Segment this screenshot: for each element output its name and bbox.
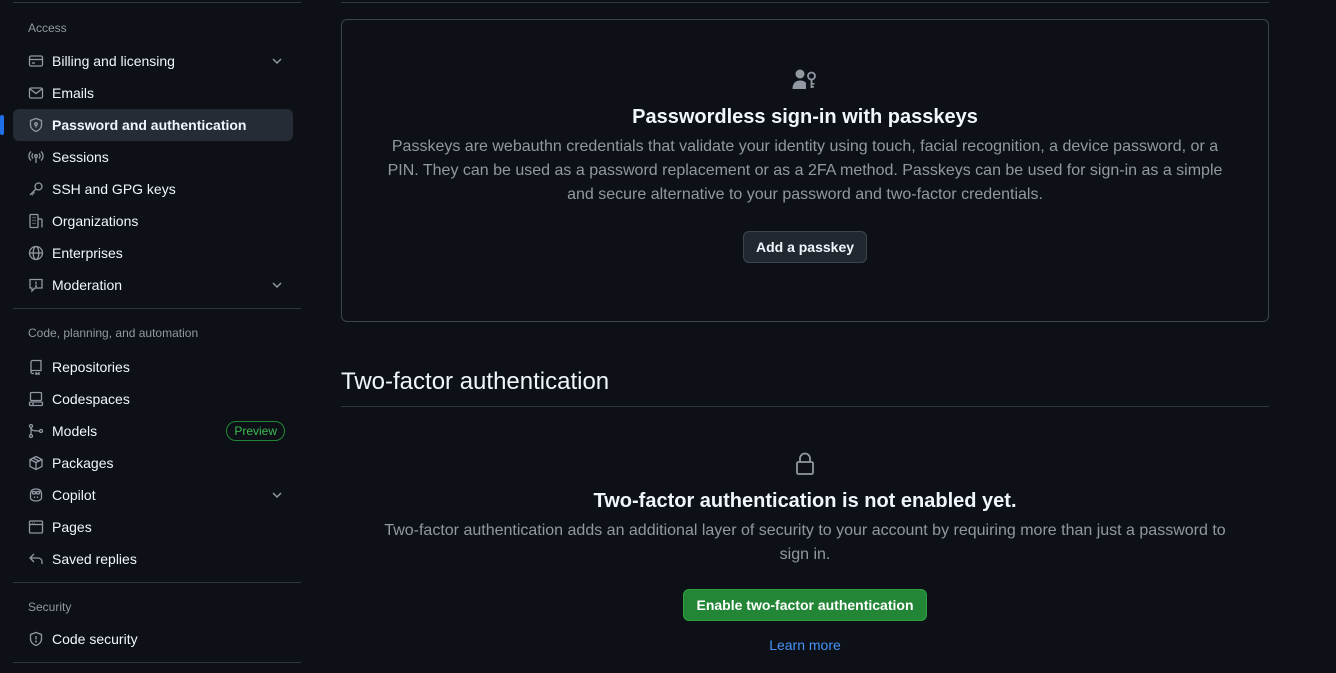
models-icon bbox=[28, 423, 44, 439]
main-content: Passwordless sign-in with passkeys Passk… bbox=[341, 0, 1269, 673]
browser-icon bbox=[28, 519, 44, 535]
two-factor-description: Two-factor authentication adds an additi… bbox=[341, 519, 1269, 567]
sidebar-item-codespaces[interactable]: Codespaces bbox=[13, 383, 293, 415]
mail-icon bbox=[28, 85, 44, 101]
passkeys-title: Passwordless sign-in with passkeys bbox=[632, 106, 978, 128]
key-icon bbox=[28, 181, 44, 197]
organization-icon bbox=[28, 213, 44, 229]
sidebar-item-password-authentication[interactable]: Password and authentication bbox=[0, 109, 293, 141]
sidebar-item-label: Repositories bbox=[52, 359, 130, 375]
codespaces-icon bbox=[28, 391, 44, 407]
section-divider bbox=[341, 406, 1269, 407]
settings-sidebar: Access Billing and licensing Emails Pass… bbox=[0, 0, 301, 673]
shield-icon bbox=[28, 631, 44, 647]
sidebar-item-enterprises[interactable]: Enterprises bbox=[13, 237, 293, 269]
two-factor-heading: Two-factor authentication bbox=[341, 368, 610, 395]
lock-icon bbox=[341, 452, 1269, 476]
copilot-icon bbox=[28, 487, 44, 503]
passkeys-description: Passkeys are webauthn credentials that v… bbox=[342, 135, 1268, 207]
sidebar-item-moderation[interactable]: Moderation bbox=[13, 269, 293, 301]
report-icon bbox=[28, 277, 44, 293]
package-icon bbox=[28, 455, 44, 471]
section-divider bbox=[341, 2, 1269, 3]
chevron-down-icon[interactable] bbox=[269, 487, 285, 503]
shield-lock-icon bbox=[28, 117, 44, 133]
chevron-down-icon[interactable] bbox=[269, 277, 285, 293]
sidebar-item-ssh-gpg-keys[interactable]: SSH and GPG keys bbox=[13, 173, 293, 205]
sidebar-item-pages[interactable]: Pages bbox=[13, 511, 293, 543]
globe-icon bbox=[28, 245, 44, 261]
passkey-icon bbox=[342, 68, 1268, 92]
sidebar-divider bbox=[13, 308, 301, 309]
sidebar-item-label: Copilot bbox=[52, 487, 96, 503]
sidebar-item-label: Models bbox=[52, 423, 98, 439]
learn-more-link[interactable]: Learn more bbox=[769, 637, 841, 653]
add-passkey-button[interactable]: Add a passkey bbox=[742, 231, 868, 263]
sidebar-item-label: SSH and GPG keys bbox=[52, 181, 176, 197]
passkeys-description-line: Passkeys are webauthn credentials that v… bbox=[391, 138, 1219, 155]
sidebar-item-label: Password and authentication bbox=[52, 117, 247, 133]
sidebar-item-label: Billing and licensing bbox=[52, 53, 175, 69]
sidebar-item-label: Code security bbox=[52, 631, 138, 647]
sidebar-item-saved-replies[interactable]: Saved replies bbox=[13, 543, 293, 575]
group-title-access: Access bbox=[28, 21, 67, 35]
passkeys-blankslate: Passwordless sign-in with passkeys Passk… bbox=[341, 19, 1269, 322]
sidebar-item-repositories[interactable]: Repositories bbox=[13, 351, 293, 383]
sidebar-item-label: Packages bbox=[52, 455, 114, 471]
passkeys-description-line: PIN. They can be used as a password repl… bbox=[387, 162, 1223, 179]
credit-card-icon bbox=[28, 53, 44, 69]
sidebar-item-label: Emails bbox=[52, 85, 95, 101]
sidebar-item-label: Pages bbox=[52, 519, 92, 535]
chevron-down-icon[interactable] bbox=[269, 53, 285, 69]
sidebar-divider bbox=[13, 662, 301, 663]
sidebar-item-code-security[interactable]: Code security bbox=[13, 623, 293, 655]
two-factor-title: Two-factor authentication is not enabled… bbox=[593, 490, 1017, 512]
sidebar-item-emails[interactable]: Emails bbox=[13, 77, 293, 109]
sidebar-item-packages[interactable]: Packages bbox=[13, 447, 293, 479]
sidebar-item-organizations[interactable]: Organizations bbox=[13, 205, 293, 237]
sidebar-item-label: Saved replies bbox=[52, 551, 137, 567]
sidebar-item-label: Moderation bbox=[52, 277, 123, 293]
group-title-security: Security bbox=[28, 600, 72, 614]
sidebar-item-label: Codespaces bbox=[52, 391, 130, 407]
sidebar-item-models[interactable]: Models Preview bbox=[13, 415, 293, 447]
two-factor-description-line: sign in. bbox=[779, 546, 831, 563]
two-factor-blankslate: Two-factor authentication is not enabled… bbox=[341, 452, 1269, 655]
sidebar-item-copilot[interactable]: Copilot bbox=[13, 479, 293, 511]
enable-two-factor-button[interactable]: Enable two-factor authentication bbox=[683, 589, 927, 621]
sidebar-item-sessions[interactable]: Sessions bbox=[13, 141, 293, 173]
sidebar-item-label: Enterprises bbox=[52, 245, 123, 261]
broadcast-icon bbox=[28, 149, 44, 165]
passkeys-description-line: and secure alternative to your password … bbox=[567, 186, 1043, 203]
preview-badge: Preview bbox=[226, 421, 285, 441]
sidebar-item-billing[interactable]: Billing and licensing bbox=[13, 45, 293, 77]
sidebar-divider bbox=[13, 582, 301, 583]
sidebar-divider bbox=[13, 2, 301, 3]
two-factor-description-line: Two-factor authentication adds an additi… bbox=[384, 522, 1226, 539]
sidebar-item-label: Organizations bbox=[52, 213, 139, 229]
sidebar-item-label: Sessions bbox=[52, 149, 109, 165]
group-title-code-planning: Code, planning, and automation bbox=[28, 326, 199, 340]
repo-icon bbox=[28, 359, 44, 375]
reply-icon bbox=[28, 551, 44, 567]
